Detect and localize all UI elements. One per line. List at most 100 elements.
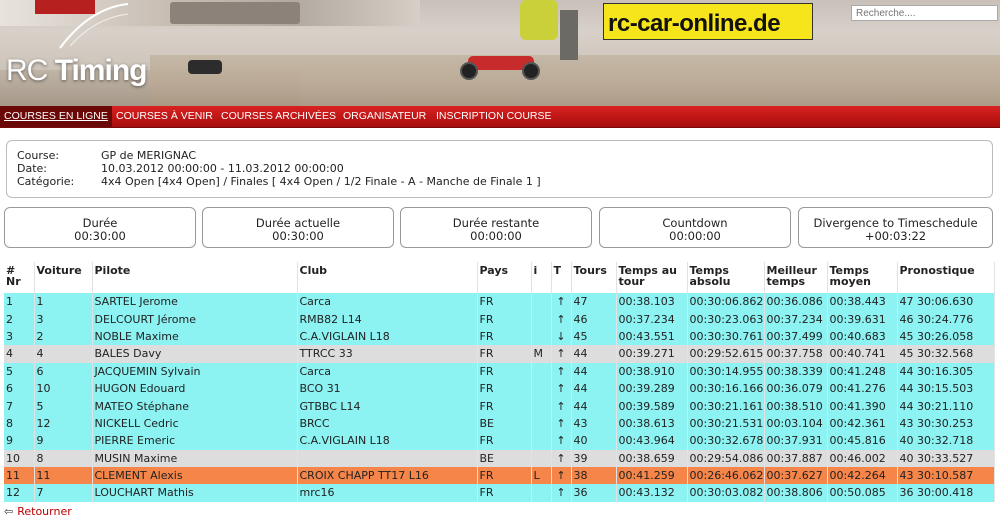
table-row[interactable]: 9 9 PIERRE Emeric C.A.VIGLAIN L18 FR ↑ 40 00:43…: [4, 432, 995, 450]
cell-i: [531, 397, 552, 415]
nav-courses-en-ligne[interactable]: COURSES EN LIGNE: [0, 106, 112, 127]
cell-abs: 00:29:52.615: [687, 345, 765, 363]
cell-club: RMB82 L14: [297, 310, 478, 328]
arrow-up-icon: ↑: [551, 345, 572, 363]
cell-pilot: DELCOURT Jérome: [92, 310, 298, 328]
table-row[interactable]: 5 6 JACQUEMIN Sylvain Carca FR ↑ 44 00:38.910 00…: [4, 362, 995, 380]
cell-lap: 00:39.289: [616, 379, 688, 398]
col-header[interactable]: Meilleur temps: [764, 262, 828, 293]
rc-car-online-text: rc-car-online.de: [608, 10, 781, 37]
cell-prog: 44 30:21.110: [897, 397, 995, 415]
timer-label: Durée: [82, 216, 118, 230]
table-row[interactable]: 11 11 CLEMENT Alexis CROIX CHAPP TT17 L16 FR…: [4, 466, 995, 485]
col-header[interactable]: i: [531, 262, 552, 293]
cell-best: 00:38.339: [764, 362, 828, 380]
cell-laps: 39: [571, 449, 617, 467]
col-header[interactable]: T: [551, 262, 572, 293]
cell-i: [531, 293, 552, 311]
cell-lap: 00:38.103: [616, 293, 688, 311]
cell-prog: 46 30:24.776: [897, 310, 995, 328]
table-row[interactable]: 7 5 MATEO Stéphane GTBBC L14 FR ↑ 44 00:39.589 0…: [4, 397, 995, 415]
search-input[interactable]: [851, 5, 998, 21]
cell-nr: 3: [34, 310, 93, 328]
col-header[interactable]: Temps absolu: [687, 262, 765, 293]
cell-laps: 38: [571, 466, 617, 485]
logo-arc-icon: [59, 3, 129, 49]
table-row[interactable]: 12 7 LOUCHART Mathis mrc16 FR ↑ 36 00:43.132 00:…: [4, 484, 995, 502]
course-value: GP de MERIGNAC: [101, 149, 196, 162]
cell-avg: 00:50.085: [827, 484, 898, 502]
table-row[interactable]: 6 10 HUGON Edouard BCO 31 FR ↑ 44 00:39.289 00:3…: [4, 379, 995, 398]
table-row[interactable]: 8 12 NICKELL Cedric BRCC BE ↑ 43 00:38.613 00:30…: [4, 414, 995, 433]
cell-i: [531, 449, 552, 467]
back-link[interactable]: ⇦ Retourner: [4, 505, 72, 518]
cell-pilot: BALES Davy: [92, 345, 298, 363]
col-header[interactable]: Club: [297, 262, 478, 293]
cell-pilot: CLEMENT Alexis: [92, 466, 298, 485]
cell-best: 00:37.627: [764, 466, 828, 485]
table-row[interactable]: 10 8 MUSIN Maxime BE ↑ 39 00:38.659 00:29:54.08…: [4, 449, 995, 467]
cell-club: [297, 449, 478, 467]
nav-courses-archivees[interactable]: COURSES ARCHIVÉES: [221, 106, 336, 127]
arrow-up-icon: ↑: [551, 379, 572, 398]
track-dirt: [150, 55, 1000, 106]
col-header[interactable]: # Nr: [4, 262, 35, 293]
col-header[interactable]: Temps moyen: [827, 262, 898, 293]
rc-car: [460, 50, 542, 80]
date-value: 10.03.2012 00:00:00 - 11.03.2012 00:00:0…: [101, 162, 344, 175]
cell-country: BE: [477, 414, 532, 433]
cell-abs: 00:30:21.161: [687, 397, 765, 415]
table-row[interactable]: 4 4 BALES Davy TTRCC 33 FR M ↑ 44 00:39.271 00:29…: [4, 345, 995, 363]
table-row[interactable]: 3 2 NOBLE Maxime C.A.VIGLAIN L18 FR ↓ 45 00:43.…: [4, 327, 995, 346]
col-header[interactable]: Pilote: [92, 262, 298, 293]
cell-club: TTRCC 33: [297, 345, 478, 363]
cell-club: C.A.VIGLAIN L18: [297, 327, 478, 346]
table-header-row: # Nr Voiture Pilote Club Pays i T Tours …: [4, 262, 995, 293]
cell-best: 00:38.806: [764, 484, 828, 502]
main-nav: COURSES EN LIGNE COURSES À VENIR COURSES…: [0, 106, 1000, 128]
rc-car-online-logo[interactable]: rc-car-online.de: [603, 3, 813, 40]
table-row[interactable]: 1 1 SARTEL Jerome Carca FR ↑ 47 00:38.103 00:30:…: [4, 293, 995, 311]
col-header[interactable]: Pays: [477, 262, 532, 293]
marshal-figure: [520, 0, 558, 40]
timer-divergence: Divergence to Timeschedule +00:03:22: [798, 207, 993, 248]
nav-organisateur[interactable]: ORGANISATEUR: [343, 106, 426, 127]
course-label: Course:: [17, 149, 60, 162]
cell-abs: 00:30:06.862: [687, 293, 765, 311]
cell-pilot: SARTEL Jerome: [92, 293, 298, 311]
col-header[interactable]: Voiture: [34, 262, 93, 293]
cell-club: BCO 31: [297, 379, 478, 398]
cell-avg: 00:46.002: [827, 449, 898, 467]
cell-pilot: JACQUEMIN Sylvain: [92, 362, 298, 380]
cell-avg: 00:40.741: [827, 345, 898, 363]
cell-pos: 2: [4, 310, 35, 328]
timer-duree-actuelle: Durée actuelle 00:30:00: [202, 207, 394, 248]
cell-abs: 00:30:30.761: [687, 327, 765, 346]
col-header[interactable]: Pronostique: [897, 262, 995, 293]
rc-timing-logo[interactable]: RC Timing: [6, 54, 148, 88]
cell-prog: 47 30:06.630: [897, 293, 995, 311]
cell-i: [531, 362, 552, 380]
cell-abs: 00:30:03.082: [687, 484, 765, 502]
cell-avg: 00:38.443: [827, 293, 898, 311]
col-header[interactable]: Tours: [571, 262, 617, 293]
timer-value: 00:00:00: [470, 229, 522, 243]
cell-prog: 36 30:00.418: [897, 484, 995, 502]
cell-nr: 4: [34, 345, 93, 363]
timer-value: 00:30:00: [74, 229, 126, 243]
timer-countdown: Countdown 00:00:00: [599, 207, 791, 248]
cell-nr: 8: [34, 449, 93, 467]
table-row[interactable]: 2 3 DELCOURT Jérome RMB82 L14 FR ↑ 46 00:37.234…: [4, 310, 995, 328]
cell-country: FR: [477, 432, 532, 450]
cell-lap: 00:38.613: [616, 414, 688, 433]
cell-lap: 00:43.964: [616, 432, 688, 450]
cell-lap: 00:38.910: [616, 362, 688, 380]
logo-text-bold: Timing: [54, 54, 148, 87]
cell-country: FR: [477, 310, 532, 328]
nav-inscription-course[interactable]: INSCRIPTION COURSE: [436, 106, 552, 127]
cell-i: [531, 432, 552, 450]
nav-courses-a-venir[interactable]: COURSES À VENIR: [116, 106, 213, 127]
cell-club: Carca: [297, 362, 478, 380]
col-header[interactable]: Temps au tour: [616, 262, 688, 293]
cell-pilot: MATEO Stéphane: [92, 397, 298, 415]
